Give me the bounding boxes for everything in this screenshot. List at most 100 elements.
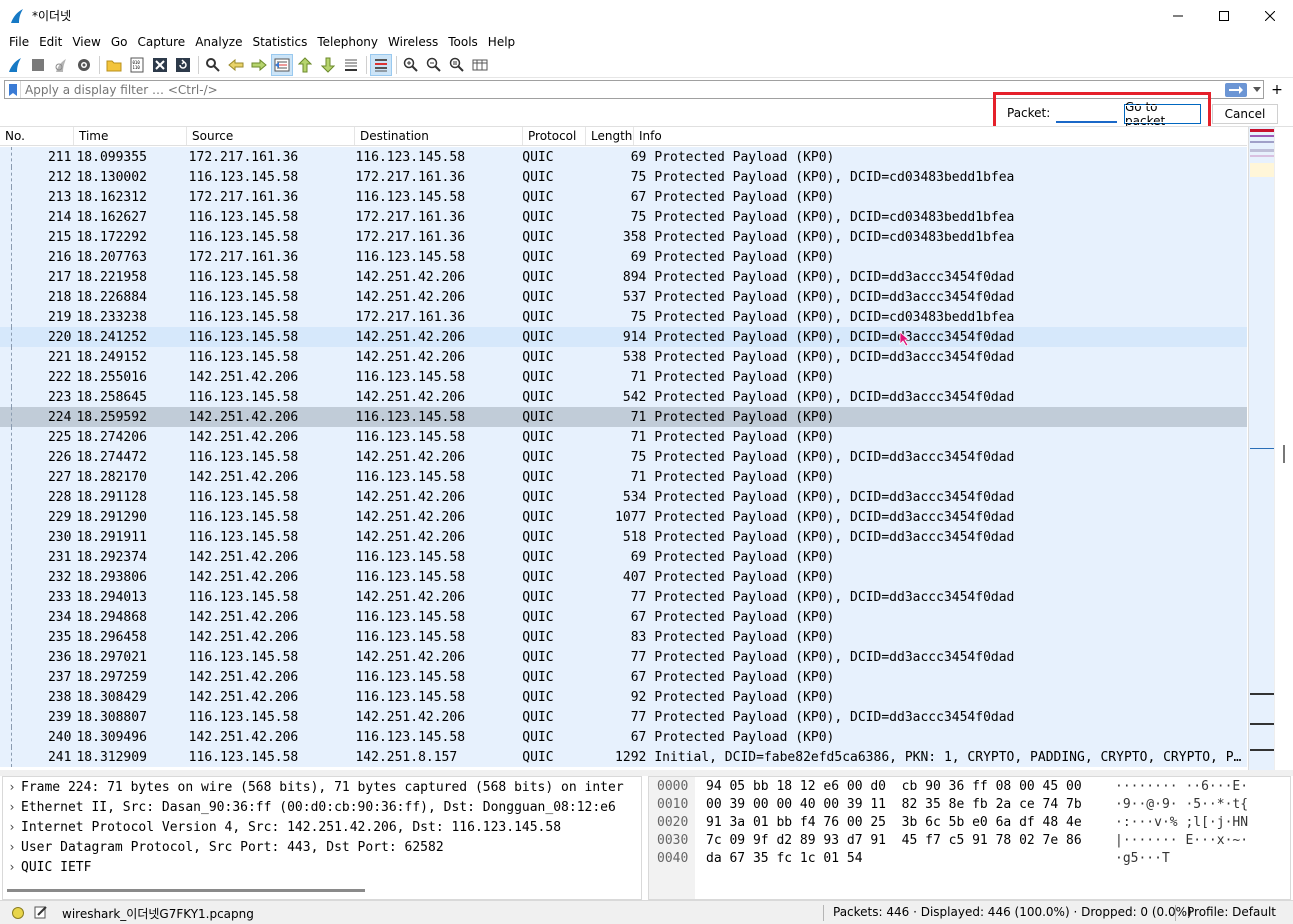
menu-statistics[interactable]: Statistics [247,35,312,49]
stop-capture-button[interactable] [27,54,49,76]
search-icon [206,58,220,72]
detail-ethernet[interactable]: › Ethernet II, Src: Dasan_90:36:ff (00:d… [3,797,641,817]
filter-bookmark-button[interactable] [5,81,21,98]
save-file-button[interactable]: 010 110 [126,54,148,76]
packet-row[interactable]: 228 18.291128 116.123.145.58 142.251.42.206… [0,487,1247,507]
normal-size-button[interactable] [446,54,468,76]
packet-destination: 142.251.42.206 [355,509,466,525]
chevron-right-icon[interactable]: › [3,840,21,854]
menu-help[interactable]: Help [483,35,520,49]
packet-row[interactable]: 239 18.308807 116.123.145.58 142.251.42.206… [0,707,1247,727]
packet-row[interactable]: 232 18.293806 142.251.42.206 116.123.145.58… [0,567,1247,587]
packet-row[interactable]: 227 18.282170 142.251.42.206 116.123.145.58… [0,467,1247,487]
column-header-length[interactable]: Length [586,127,634,145]
capture-options-button[interactable] [73,54,95,76]
find-packet-button[interactable] [202,54,224,76]
last-packet-button[interactable] [317,54,339,76]
packet-row[interactable]: 226 18.274472 116.123.145.58 142.251.42.206… [0,447,1247,467]
column-header-info[interactable]: Info [634,127,1247,145]
autoscroll-button[interactable] [340,54,362,76]
packet-protocol: QUIC [522,369,554,385]
packet-row[interactable]: 224 18.259592 142.251.42.206 116.123.145.58… [0,407,1247,427]
menu-file[interactable]: File [4,35,34,49]
packet-row[interactable]: 218 18.226884 116.123.145.58 142.251.42.206… [0,287,1247,307]
packet-row[interactable]: 211 18.099355 172.217.161.36 116.123.145.58… [0,147,1247,167]
packet-row[interactable]: 212 18.130002 116.123.145.58 172.217.161.36… [0,167,1247,187]
start-capture-button[interactable] [4,54,26,76]
maximize-button[interactable] [1201,0,1247,31]
apply-filter-button[interactable] [1225,82,1247,97]
packet-row[interactable]: 230 18.291911 116.123.145.58 142.251.42.206… [0,527,1247,547]
expert-info-icon[interactable] [12,907,24,919]
colorize-button[interactable] [370,54,392,76]
go-to-packet-button[interactable] [271,54,293,76]
packet-row[interactable]: 215 18.172292 116.123.145.58 172.217.161.36… [0,227,1247,247]
packet-row[interactable]: 238 18.308429 142.251.42.206 116.123.145.58… [0,687,1247,707]
packet-row[interactable]: 236 18.297021 116.123.145.58 142.251.42.206… [0,647,1247,667]
packet-row[interactable]: 221 18.249152 116.123.145.58 142.251.42.206… [0,347,1247,367]
detail-udp[interactable]: › User Datagram Protocol, Src Port: 443,… [3,837,641,857]
chevron-right-icon[interactable]: › [3,860,21,874]
packet-row[interactable]: 216 18.207763 172.217.161.36 116.123.145.58… [0,247,1247,267]
add-filter-button-icon[interactable]: + [1265,80,1289,99]
minimize-button[interactable] [1155,0,1201,31]
details-horizontal-scrollbar[interactable] [7,889,365,892]
restart-capture-button[interactable] [50,54,72,76]
packet-row[interactable]: 225 18.274206 142.251.42.206 116.123.145.58… [0,427,1247,447]
column-header-source[interactable]: Source [187,127,355,145]
packet-row[interactable]: 220 18.241252 116.123.145.58 142.251.42.206… [0,327,1247,347]
menu-capture[interactable]: Capture [132,35,190,49]
packet-row[interactable]: 231 18.292374 142.251.42.206 116.123.145.58… [0,547,1247,567]
packet-destination: 116.123.145.58 [355,549,466,565]
detail-frame[interactable]: › Frame 224: 71 bytes on wire (568 bits)… [3,777,641,797]
column-header-no[interactable]: No. [0,127,74,145]
resize-columns-button[interactable] [469,54,491,76]
capture-comment-icon[interactable] [34,905,48,919]
close-file-button[interactable] [149,54,171,76]
zoom-in-button[interactable] [400,54,422,76]
go-forward-button[interactable] [248,54,270,76]
menu-wireless[interactable]: Wireless [383,35,443,49]
open-file-button[interactable] [103,54,125,76]
first-packet-button[interactable] [294,54,316,76]
reload-file-button[interactable] [172,54,194,76]
chevron-right-icon[interactable]: › [3,780,21,794]
menu-view[interactable]: View [67,35,105,49]
menu-analyze[interactable]: Analyze [190,35,247,49]
menu-tools[interactable]: Tools [443,35,483,49]
packet-row[interactable]: 229 18.291290 116.123.145.58 142.251.42.206… [0,507,1247,527]
zoom-out-button[interactable] [423,54,445,76]
packet-list-scrollbar[interactable] [1274,127,1293,770]
menu-telephony[interactable]: Telephony [312,35,383,49]
packet-row[interactable]: 233 18.294013 116.123.145.58 142.251.42.206… [0,587,1247,607]
profile-status[interactable]: Profile: Default [1187,905,1276,919]
go-back-button[interactable] [225,54,247,76]
filter-history-dropdown[interactable] [1251,86,1263,93]
chevron-right-icon[interactable]: › [3,800,21,814]
column-header-time[interactable]: Time [74,127,187,145]
packet-row[interactable]: 241 18.312909 116.123.145.58 142.251.8.157 Q… [0,747,1247,767]
detail-ip[interactable]: › Internet Protocol Version 4, Src: 142.… [3,817,641,837]
packet-row[interactable]: 222 18.255016 142.251.42.206 116.123.145.58… [0,367,1247,387]
packet-row[interactable]: 223 18.258645 116.123.145.58 142.251.42.206… [0,387,1247,407]
detail-quic[interactable]: › QUIC IETF [3,857,641,877]
packet-row[interactable]: 237 18.297259 142.251.42.206 116.123.145.58… [0,667,1247,687]
packet-number-input[interactable] [1056,104,1117,123]
scrollbar-thumb[interactable] [1283,445,1285,463]
column-header-destination[interactable]: Destination [355,127,523,145]
packet-row[interactable]: 240 18.309496 142.251.42.206 116.123.145.58… [0,727,1247,747]
packet-row[interactable]: 235 18.296458 142.251.42.206 116.123.145.58… [0,627,1247,647]
cancel-button[interactable]: Cancel [1212,104,1278,124]
packet-minimap[interactable] [1248,127,1274,770]
packet-row[interactable]: 217 18.221958 116.123.145.58 142.251.42.206… [0,267,1247,287]
go-to-packet-button[interactable]: Go to packet [1124,100,1201,128]
close-button[interactable] [1247,0,1293,31]
chevron-right-icon[interactable]: › [3,820,21,834]
packet-row[interactable]: 234 18.294868 142.251.42.206 116.123.145.58… [0,607,1247,627]
menu-edit[interactable]: Edit [34,35,67,49]
column-header-protocol[interactable]: Protocol [523,127,586,145]
packet-row[interactable]: 214 18.162627 116.123.145.58 172.217.161.36… [0,207,1247,227]
packet-row[interactable]: 213 18.162312 172.217.161.36 116.123.145.58… [0,187,1247,207]
menu-go[interactable]: Go [106,35,133,49]
packet-row[interactable]: 219 18.233238 116.123.145.58 172.217.161.36… [0,307,1247,327]
